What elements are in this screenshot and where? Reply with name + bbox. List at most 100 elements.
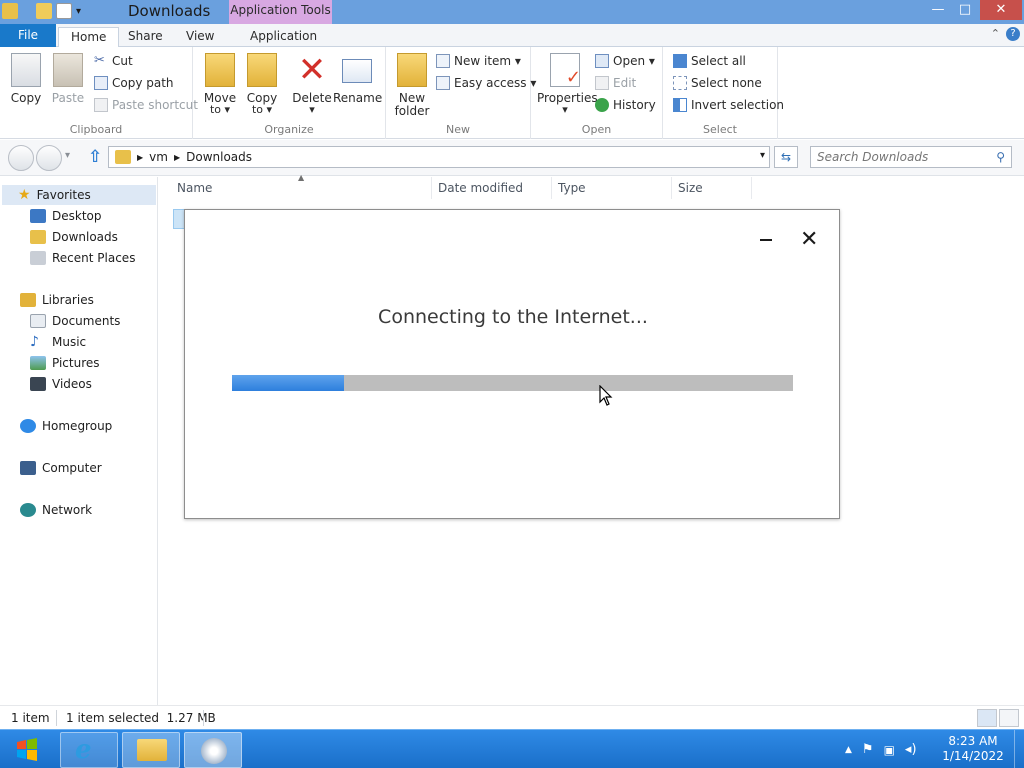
- nav-favorites[interactable]: ★ Favorites: [2, 185, 156, 205]
- properties-button[interactable]: ✓ Properties ▾: [537, 53, 598, 115]
- status-divider: [203, 710, 204, 726]
- history-icon: [595, 98, 609, 112]
- minimize-button[interactable]: —: [924, 0, 952, 20]
- recent-locations-icon[interactable]: ▾: [65, 150, 70, 161]
- new-folder-button[interactable]: New folder: [390, 53, 434, 117]
- group-select: Select all Select none Invert selection …: [663, 47, 784, 139]
- tab-share[interactable]: Share: [116, 27, 175, 47]
- help-icon[interactable]: ?: [1006, 27, 1020, 41]
- tab-application[interactable]: Application: [238, 27, 329, 47]
- copy-path-icon: [94, 76, 108, 90]
- nav-homegroup[interactable]: Homegroup: [20, 416, 112, 436]
- cut-button[interactable]: ✂ Cut: [94, 51, 133, 71]
- nav-videos[interactable]: Videos: [30, 374, 92, 394]
- taskbar-file-explorer[interactable]: [122, 732, 180, 768]
- taskbar-clock[interactable]: 8:23 AM 1/14/2022: [940, 734, 1006, 764]
- forward-button[interactable]: [36, 145, 62, 171]
- tab-file[interactable]: File: [0, 24, 56, 47]
- delete-icon: ✕: [297, 50, 327, 90]
- breadcrumb-vm[interactable]: vm: [149, 150, 168, 164]
- copy-path-button[interactable]: Copy path: [94, 73, 174, 93]
- taskbar-internet-explorer[interactable]: e: [60, 732, 118, 768]
- select-none-button[interactable]: Select none: [673, 73, 762, 93]
- move-to-button[interactable]: Move to ▾: [198, 53, 242, 115]
- breadcrumb-downloads[interactable]: Downloads: [186, 150, 252, 164]
- group-label-select: Select: [703, 123, 737, 136]
- column-header-date-modified[interactable]: Date modified: [432, 177, 552, 199]
- nav-music[interactable]: ♪ Music: [30, 332, 86, 352]
- nav-computer[interactable]: Computer: [20, 458, 102, 478]
- nav-network[interactable]: Network: [20, 500, 92, 520]
- dialog-minimize-button[interactable]: [758, 226, 774, 254]
- properties-icon: ✓: [550, 53, 581, 88]
- desktop-icon: [30, 209, 46, 223]
- copy-to-button[interactable]: Copy to ▾: [240, 53, 284, 115]
- network-status-icon[interactable]: ▣: [884, 743, 895, 757]
- search-box[interactable]: ⚲: [810, 146, 1012, 168]
- open-button[interactable]: Open ▾: [595, 51, 655, 71]
- invert-selection-icon: [673, 98, 687, 112]
- address-bar[interactable]: ▶ vm ▶ Downloads ▾: [108, 146, 770, 168]
- paste-button[interactable]: Paste: [46, 53, 90, 105]
- column-header-size[interactable]: Size: [672, 177, 752, 199]
- maximize-button[interactable]: □: [951, 0, 979, 20]
- taskbar: e ▲ ⚑ ▣ ◂) 8:23 AM 1/14/2022: [0, 729, 1024, 768]
- volume-icon[interactable]: ◂): [905, 742, 917, 757]
- paste-shortcut-button[interactable]: Paste shortcut: [94, 95, 198, 115]
- column-header-type[interactable]: Type: [552, 177, 672, 199]
- edit-button[interactable]: Edit: [595, 73, 636, 93]
- nav-desktop[interactable]: Desktop: [30, 206, 102, 226]
- details-view-button[interactable]: [977, 709, 997, 727]
- large-icons-view-button[interactable]: [999, 709, 1019, 727]
- refresh-button[interactable]: ⇆: [774, 146, 798, 168]
- nav-libraries[interactable]: Libraries: [20, 290, 94, 310]
- nav-recent-places[interactable]: Recent Places: [30, 248, 135, 268]
- search-icon[interactable]: ⚲: [996, 150, 1005, 164]
- qat-dropdown-icon[interactable]: ▾: [76, 6, 81, 17]
- rename-button[interactable]: Rename: [333, 53, 382, 105]
- nav-pictures[interactable]: Pictures: [30, 353, 100, 373]
- action-center-flag-icon[interactable]: ⚑: [862, 742, 874, 757]
- show-desktop-button[interactable]: [1014, 730, 1024, 768]
- easy-access-button[interactable]: Easy access ▾: [436, 73, 536, 93]
- breadcrumb-separator-icon[interactable]: ▶: [174, 153, 180, 162]
- nav-documents[interactable]: Documents: [30, 311, 120, 331]
- ribbon-collapse-icon[interactable]: ⌃: [991, 27, 1000, 40]
- column-header-name[interactable]: Name: [171, 177, 432, 199]
- breadcrumb-separator-icon[interactable]: ▶: [137, 153, 143, 162]
- connection-progress-bar: [232, 375, 793, 391]
- refresh-icon: ⇆: [780, 150, 792, 164]
- easy-access-icon: [436, 76, 450, 90]
- tab-view[interactable]: View: [174, 27, 226, 47]
- progress-fill: [232, 375, 345, 391]
- up-arrow-icon[interactable]: ⇧: [88, 147, 102, 167]
- history-button[interactable]: History: [595, 95, 656, 115]
- invert-selection-button[interactable]: Invert selection: [673, 95, 784, 115]
- close-button[interactable]: ✕: [980, 0, 1022, 20]
- show-hidden-icons-icon[interactable]: ▲: [845, 745, 852, 755]
- documents-icon: [30, 314, 46, 328]
- select-all-button[interactable]: Select all: [673, 51, 746, 71]
- rename-icon: [342, 59, 372, 83]
- address-dropdown-icon[interactable]: ▾: [760, 150, 765, 161]
- folder-icon[interactable]: [36, 3, 52, 19]
- back-button[interactable]: [8, 145, 34, 171]
- new-item-button[interactable]: New item ▾: [436, 51, 521, 71]
- start-button[interactable]: [4, 732, 50, 768]
- scissors-icon: ✂: [94, 53, 105, 68]
- dialog-close-button[interactable]: ✕: [800, 229, 818, 251]
- star-icon: ★: [18, 187, 31, 203]
- system-tray: ▲ ⚑ ▣ ◂): [845, 730, 917, 768]
- tab-home[interactable]: Home: [58, 27, 120, 48]
- properties-icon[interactable]: [56, 3, 72, 19]
- group-clipboard: Copy Paste ✂ Cut Copy path Paste shortcu…: [0, 47, 198, 139]
- explorer-icon[interactable]: [2, 3, 18, 19]
- nav-downloads[interactable]: Downloads: [30, 227, 118, 247]
- music-icon: ♪: [30, 334, 39, 350]
- address-row: ▾ ⇧ ▶ vm ▶ Downloads ▾ ⇆ ⚲: [0, 140, 1024, 176]
- copy-button[interactable]: Copy: [4, 53, 48, 105]
- dialog-message: Connecting to the Internet...: [378, 306, 648, 328]
- taskbar-installer[interactable]: [184, 732, 242, 768]
- search-input[interactable]: [817, 147, 987, 167]
- delete-button[interactable]: ✕ Delete ▾: [290, 53, 334, 115]
